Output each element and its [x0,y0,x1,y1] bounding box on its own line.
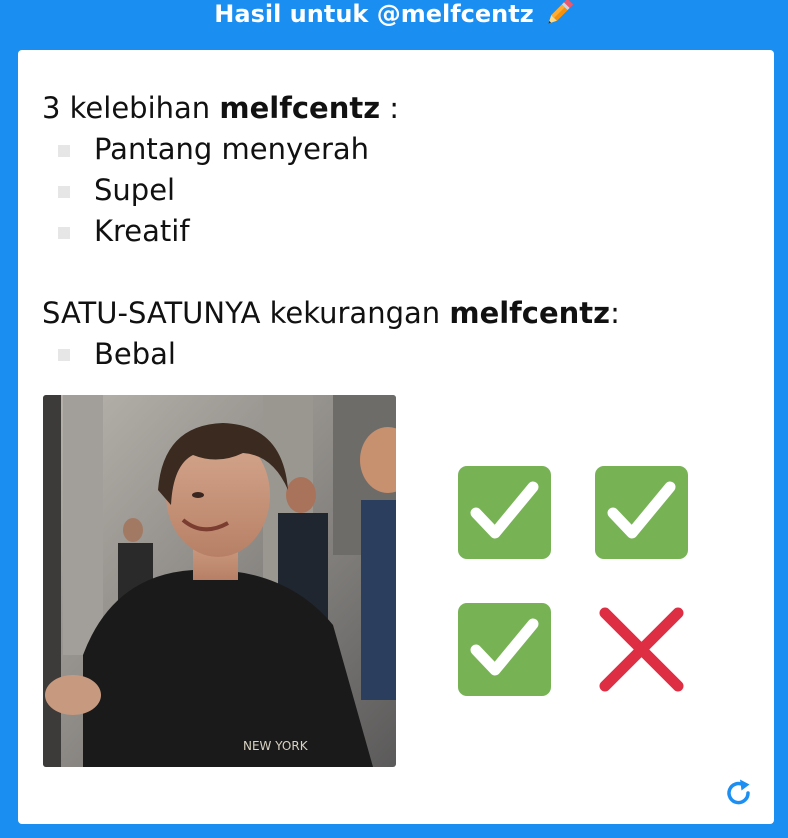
weakness-suffix: : [610,296,620,330]
marks-grid [458,466,688,696]
check-icon [458,603,551,696]
strengths-suffix: : [380,91,400,125]
strength-item: Pantang menyerah [94,132,370,166]
result-frame: Hasil untuk @melfcentz 3 kelebihan melfc… [0,0,788,838]
weakness-item: Bebal [94,337,176,371]
pencil-icon [544,0,574,28]
check-icon [458,466,551,559]
svg-text:NEW YORK: NEW YORK [243,739,309,753]
result-card: 3 kelebihan melfcentz : Pantang menyerah… [18,50,774,824]
bullet-icon [58,227,70,239]
strength-item: Kreatif [94,214,190,248]
strengths-username: melfcentz [219,91,381,125]
weakness-prefix: SATU-SATUNYA kekurangan [42,296,450,330]
strength-item: Supel [94,173,176,207]
weakness-username: melfcentz [449,296,611,330]
profile-photo: NEW YORK [43,395,396,767]
bullet-icon [58,349,70,361]
bullet-icon [58,145,70,157]
bullet-icon [58,186,70,198]
strengths-prefix: 3 kelebihan [42,91,220,125]
result-header: Hasil untuk @melfcentz [0,0,788,32]
cross-icon [599,607,684,692]
refresh-icon[interactable] [723,777,755,809]
check-icon [595,466,688,559]
weakness-heading: SATU-SATUNYA kekurangan melfcentz: [42,296,620,330]
result-title: Hasil untuk @melfcentz [214,0,534,28]
strengths-heading: 3 kelebihan melfcentz : [42,91,399,125]
